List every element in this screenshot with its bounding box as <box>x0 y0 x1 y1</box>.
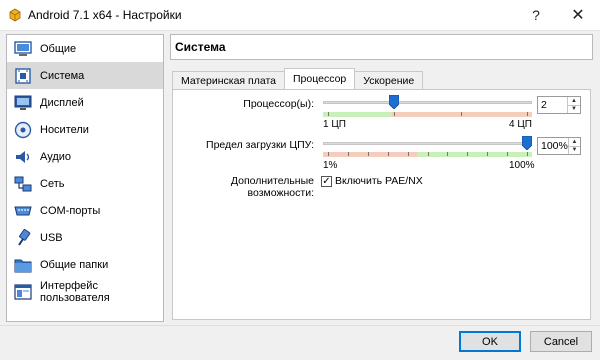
settings-sidebar: Общие Система Дисплей Носители Аудио Сет… <box>6 34 164 322</box>
cpu-max-label: 4 ЦП <box>509 119 532 130</box>
sidebar-item-com-ports[interactable]: COM-порты <box>7 197 163 224</box>
audio-icon <box>16 150 30 163</box>
pae-nx-label[interactable]: Включить PAE/NX <box>335 175 423 187</box>
motherboard-icon <box>15 67 31 84</box>
sidebar-item-user-interface[interactable]: Интерфейс пользователя <box>7 278 163 305</box>
close-button[interactable]: ✕ <box>558 0 598 30</box>
slider-tick <box>507 152 509 156</box>
virtualbox-icon <box>9 8 21 22</box>
execution-cap-slider-track <box>323 142 532 145</box>
slider-tick <box>347 152 349 156</box>
sidebar-item-label: Общие <box>40 42 77 55</box>
slider-tick <box>328 152 329 156</box>
tab-motherboard[interactable]: Материнская плата <box>172 71 285 89</box>
shared-folder-icon <box>14 259 32 272</box>
execution-cap-warning-zone <box>323 152 418 157</box>
slider-tick <box>527 152 528 156</box>
sidebar-item-general[interactable]: Общие <box>7 35 163 62</box>
sidebar-item-label: Дисплей <box>40 96 84 109</box>
slider-tick <box>527 112 528 116</box>
help-button[interactable]: ? <box>516 0 556 30</box>
slider-tick <box>447 152 449 156</box>
sidebar-item-storage[interactable]: Носители <box>7 116 163 143</box>
tab-bar: Материнская плата Процессор Ускорение <box>172 68 424 90</box>
spin-down-icon[interactable]: ▼ <box>568 145 580 155</box>
execution-cap-value[interactable]: 100% <box>538 138 568 154</box>
execution-cap-label: Предел загрузки ЦПУ: <box>206 139 314 151</box>
settings-content: Система Материнская плата Процессор Уско… <box>170 34 593 320</box>
tab-processor[interactable]: Процессор <box>283 68 356 89</box>
sidebar-item-label: Интерфейс пользователя <box>40 279 110 304</box>
sidebar-item-label: Система <box>40 69 85 82</box>
sidebar-item-label: Аудио <box>40 150 72 163</box>
cpu-min-label: 1 ЦП <box>323 119 346 130</box>
footer-divider <box>0 325 600 326</box>
cpu-slider-warning-zone <box>391 112 532 117</box>
sidebar-item-label: Носители <box>40 123 89 136</box>
storage-icon <box>14 121 32 138</box>
extended-features-label: Дополнительные возможности: <box>230 175 314 199</box>
slider-tick <box>328 112 329 116</box>
processor-panel: Процессор(ы): 1 ЦП 4 ЦП 2 ▲ ▼ Предел заг… <box>172 89 591 320</box>
slider-tick <box>407 152 409 156</box>
slider-tick <box>387 152 389 156</box>
sidebar-item-label: Общие папки <box>40 258 109 271</box>
cpu-slider-thumb[interactable] <box>388 95 399 109</box>
execution-cap-max-label: 100% <box>509 160 535 171</box>
sidebar-item-network[interactable]: Сеть <box>7 170 163 197</box>
sidebar-item-label: Сеть <box>40 177 65 190</box>
sidebar-item-shared-folders[interactable]: Общие папки <box>7 251 163 278</box>
spin-up-icon[interactable]: ▲ <box>568 97 580 105</box>
tab-acceleration[interactable]: Ускорение <box>354 71 424 89</box>
slider-tick <box>427 152 429 156</box>
slider-tick <box>394 112 396 116</box>
serial-port-icon <box>14 206 32 215</box>
execution-cap-safe-zone <box>417 152 532 157</box>
checkmark-icon: ✓ <box>322 175 331 187</box>
sidebar-item-usb[interactable]: USB <box>7 224 163 251</box>
cpu-count-spinbox[interactable]: 2 ▲ ▼ <box>537 96 581 114</box>
sidebar-item-system[interactable]: Система <box>7 62 163 89</box>
window-title: Android 7.1 x64 - Настройки <box>28 8 182 22</box>
cpu-slider-track <box>323 101 532 104</box>
execution-cap-slider-thumb[interactable] <box>522 136 532 150</box>
cpu-slider-safe-zone <box>323 112 392 117</box>
sidebar-item-label: USB <box>40 231 63 244</box>
slider-tick <box>460 112 462 116</box>
slider-tick <box>467 152 469 156</box>
cpu-count-label: Процессор(ы): <box>243 98 314 110</box>
sidebar-item-audio[interactable]: Аудио <box>7 143 163 170</box>
slider-tick <box>367 152 369 156</box>
general-icon <box>14 40 32 56</box>
pae-nx-checkbox[interactable]: ✓ <box>321 176 332 187</box>
page-title: Система <box>170 34 593 60</box>
display-icon <box>14 95 32 110</box>
cancel-button[interactable]: Cancel <box>530 331 592 352</box>
usb-icon <box>18 228 31 246</box>
user-interface-icon <box>14 283 32 300</box>
title-bar: Android 7.1 x64 - Настройки ? ✕ <box>0 0 600 31</box>
slider-tick <box>487 152 489 156</box>
spin-down-icon[interactable]: ▼ <box>568 104 580 114</box>
spin-up-icon[interactable]: ▲ <box>569 138 580 146</box>
cpu-count-value[interactable]: 2 <box>538 97 567 113</box>
sidebar-item-display[interactable]: Дисплей <box>7 89 163 116</box>
sidebar-item-label: COM-порты <box>40 204 101 217</box>
execution-cap-spinbox[interactable]: 100% ▲ ▼ <box>537 137 581 155</box>
network-icon <box>14 176 32 191</box>
execution-cap-min-label: 1% <box>323 160 338 171</box>
ok-button[interactable]: OK <box>459 331 521 352</box>
